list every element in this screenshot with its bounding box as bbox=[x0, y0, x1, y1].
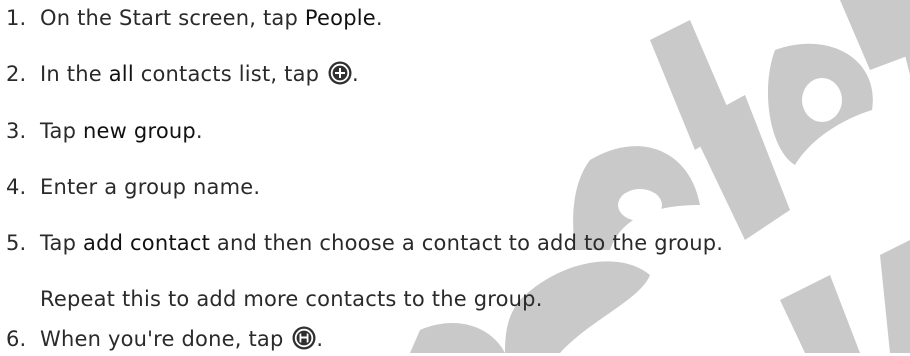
step-subtext: Repeat this to add more contacts to the … bbox=[40, 287, 543, 311]
save-circle-icon bbox=[292, 326, 316, 350]
step-text: In the all contacts list, tap . bbox=[40, 61, 359, 86]
step-number: 5. bbox=[6, 231, 27, 255]
step-number: 1. bbox=[6, 6, 27, 30]
step-text: Enter a group name. bbox=[40, 175, 261, 199]
step-number: 3. bbox=[6, 119, 27, 143]
keyword-new-group: new group bbox=[83, 119, 196, 143]
step-text: Tap add contact and then choose a contac… bbox=[40, 231, 724, 255]
plus-circle-icon bbox=[328, 61, 352, 85]
step-number: 4. bbox=[6, 175, 27, 199]
keyword-add-contact: add contact bbox=[83, 231, 211, 255]
keyword-people: People bbox=[304, 6, 376, 30]
step-number: 6. bbox=[6, 327, 27, 351]
keyword-all: all bbox=[108, 62, 134, 86]
step-text: When you're done, tap . bbox=[40, 326, 324, 351]
step-text: Tap new group. bbox=[40, 119, 203, 143]
step-text: On the Start screen, tap People. bbox=[40, 6, 383, 30]
step-number: 2. bbox=[6, 62, 27, 86]
